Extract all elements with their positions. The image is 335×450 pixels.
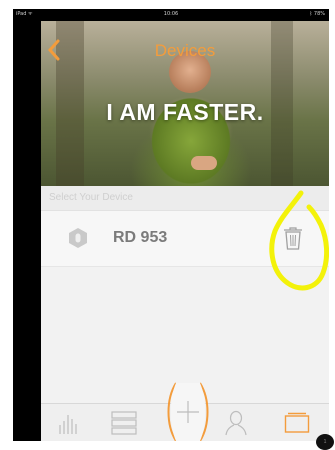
delete-device-button[interactable] [281,225,305,251]
person-icon [225,410,247,436]
ipad-screen: iPad ᯤ 10:06 ᛒ 78% Devices I AM FASTER. … [13,9,329,441]
hexagon-device-icon [69,228,87,248]
app-view: Devices I AM FASTER. Select Your Device … [41,21,329,441]
tab-stats[interactable] [49,404,89,441]
trash-icon [284,227,302,250]
hero-banner: Devices I AM FASTER. [41,21,329,186]
status-time: 10:06 [163,11,179,17]
add-button[interactable] [164,381,212,441]
hero-runner-hand [191,156,217,170]
tab-devices[interactable] [277,404,317,441]
page-title: Devices [154,41,216,60]
stack-icon [111,411,137,435]
section-label: Select Your Device [49,192,133,203]
device-row[interactable]: RD 953 [41,211,329,267]
corner-badge: 1 [316,434,334,450]
status-battery: ᛒ 78% [309,11,325,17]
device-frame-icon [284,412,310,433]
tab-list[interactable] [104,404,144,441]
status-bar: iPad ᯤ 10:06 ᛒ 78% [13,9,329,19]
device-name: RD 953 [113,229,168,246]
bar-chart-icon [59,415,77,434]
plus-icon [167,382,209,441]
hero-tagline: I AM FASTER. [106,99,264,125]
section-header: Select Your Device [41,186,329,211]
tab-profile[interactable] [216,404,256,441]
